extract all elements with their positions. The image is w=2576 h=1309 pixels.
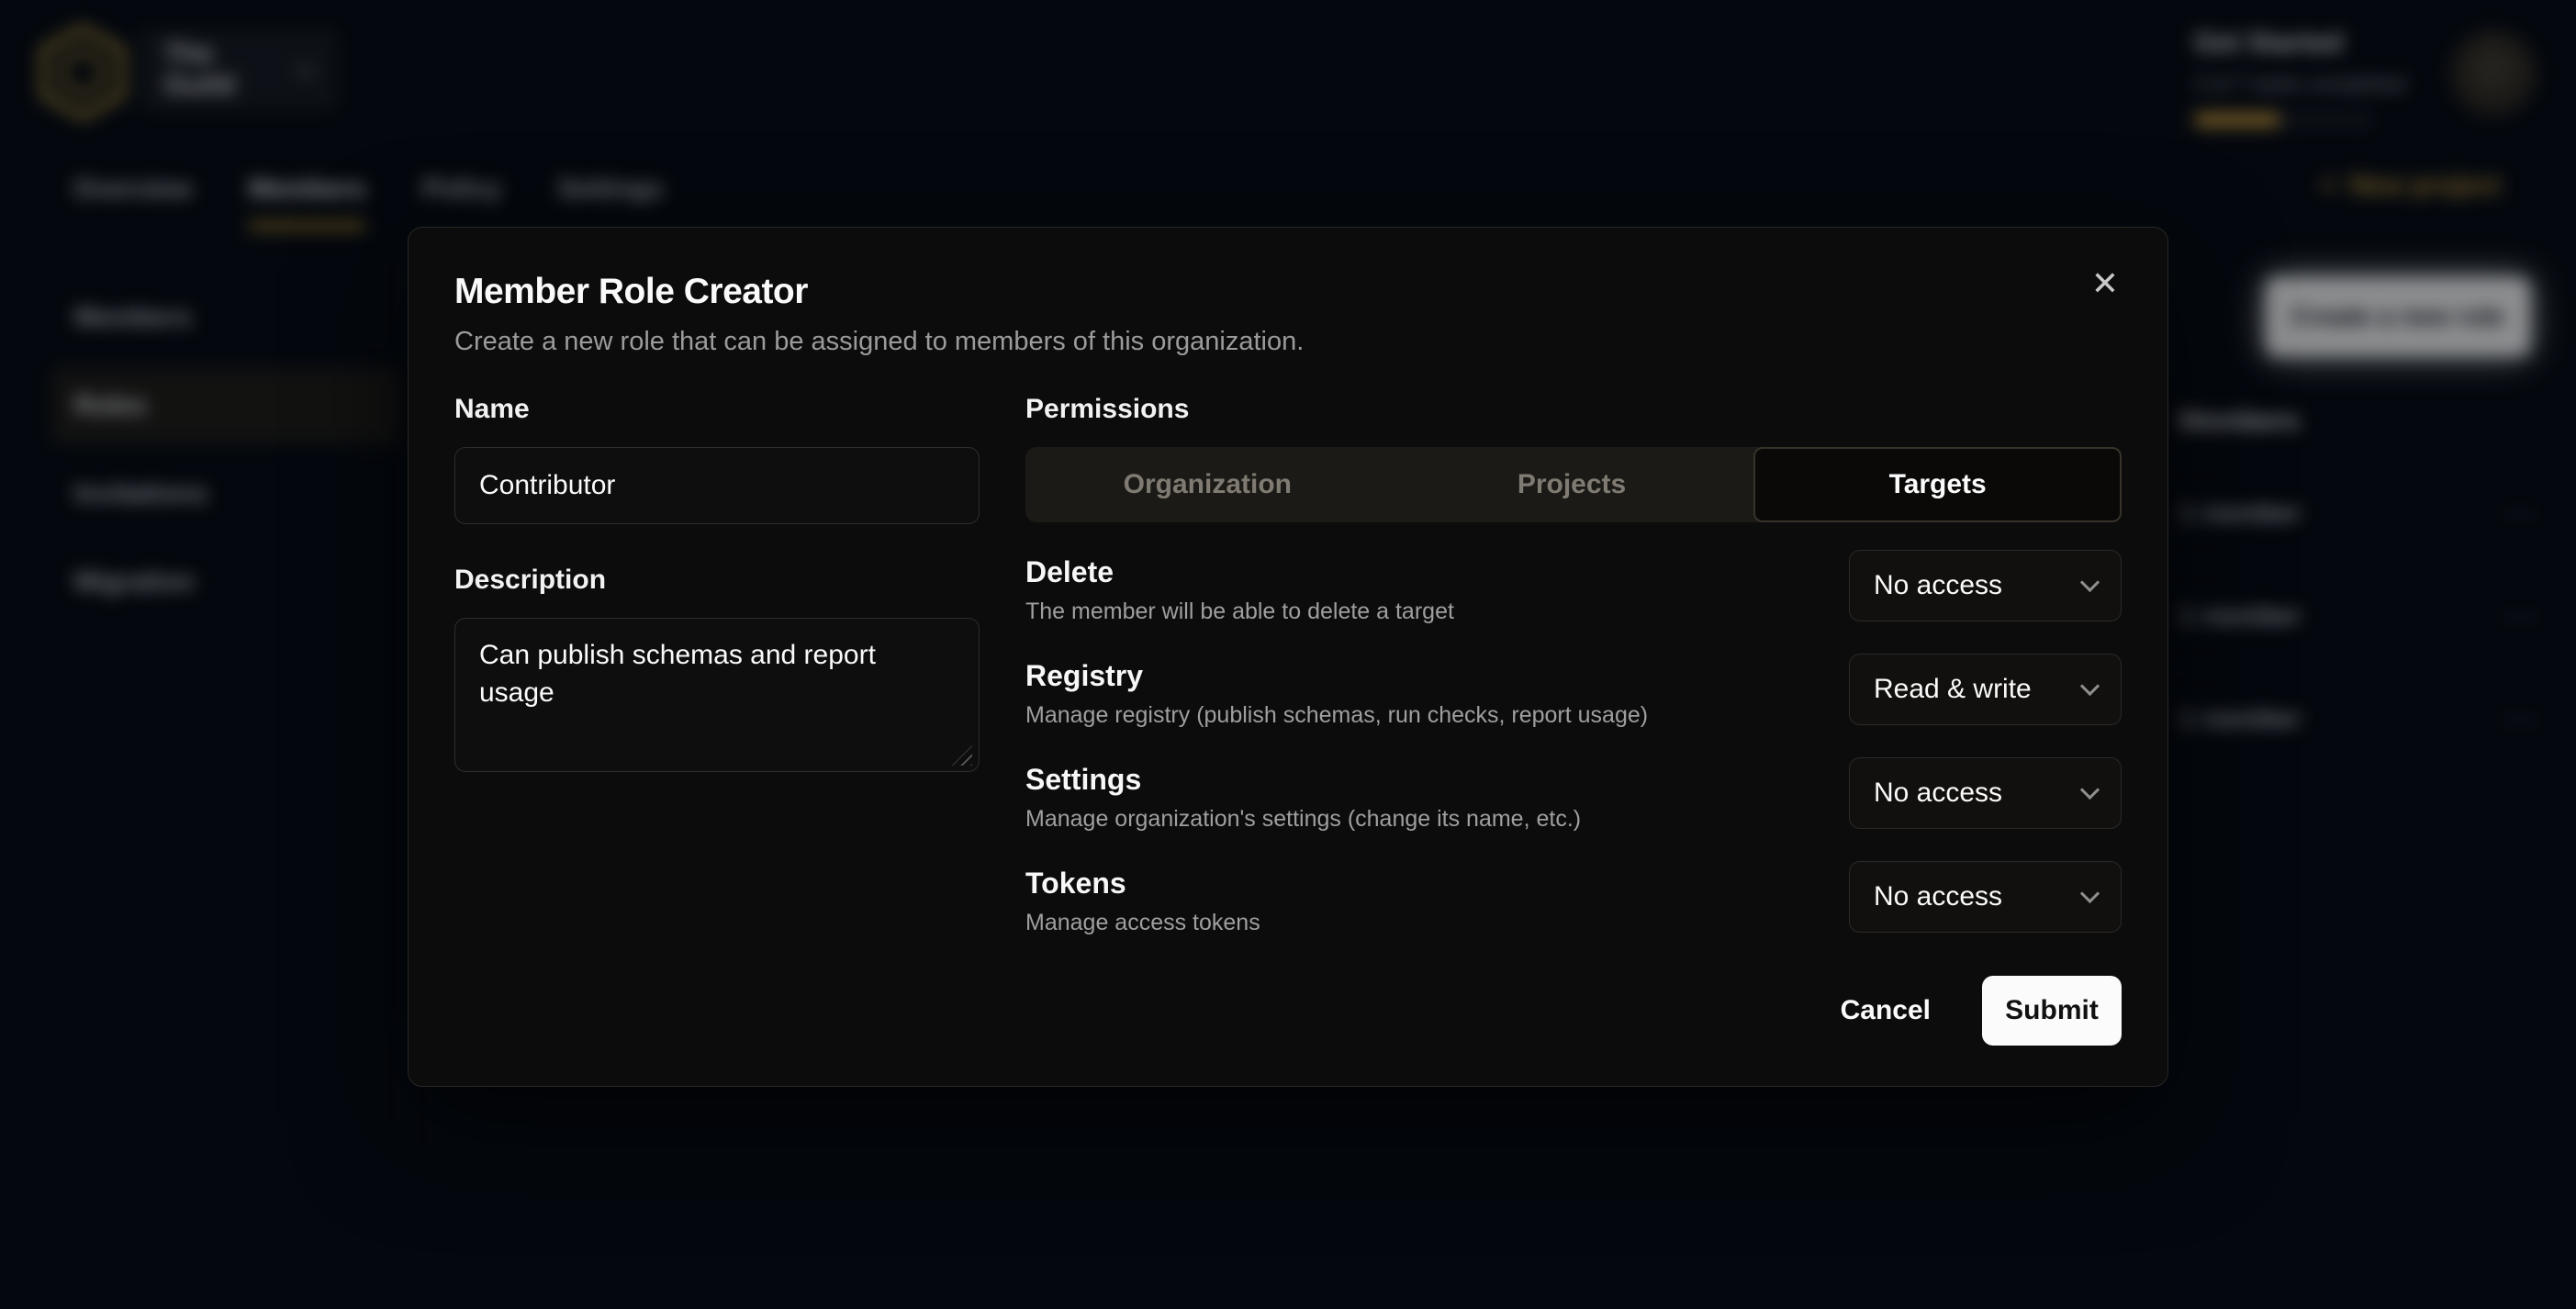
permission-description: The member will be able to delete a targ… — [1025, 599, 1454, 625]
chevron-down-icon — [2080, 883, 2100, 902]
description-textarea[interactable]: Can publish schemas and report usage — [454, 618, 980, 772]
permission-title: Tokens — [1025, 867, 1260, 901]
permission-description: Manage access tokens — [1025, 910, 1260, 936]
role-basics-column: Name Description Can publish schemas and… — [454, 394, 980, 976]
permissions-column: Permissions Organization Projects Target… — [1025, 394, 2122, 976]
permission-description: Manage registry (publish schemas, run ch… — [1025, 702, 1648, 729]
name-field-label: Name — [454, 394, 980, 425]
submit-button[interactable]: Submit — [1982, 976, 2122, 1046]
select-value: Read & write — [1874, 674, 2032, 705]
tab-projects[interactable]: Projects — [1390, 447, 1754, 522]
description-field-label: Description — [454, 565, 980, 596]
page: The Guild Get Started 3 of 7 tasks compl… — [0, 0, 2576, 1309]
permission-row-tokens: Tokens Manage access tokens No access — [1025, 867, 2122, 936]
tab-targets[interactable]: Targets — [1753, 447, 2122, 522]
modal-subtitle: Create a new role that can be assigned t… — [454, 327, 2122, 357]
name-input[interactable] — [454, 447, 980, 524]
select-value: No access — [1874, 881, 2002, 912]
permission-title: Registry — [1025, 659, 1648, 693]
permissions-label: Permissions — [1025, 394, 2122, 425]
chevron-down-icon — [2080, 676, 2100, 695]
permissions-scope-tabs: Organization Projects Targets — [1025, 447, 2122, 522]
delete-access-select[interactable]: No access — [1849, 550, 2122, 621]
permission-title: Settings — [1025, 763, 1581, 797]
modal-title: Member Role Creator — [454, 272, 2122, 312]
chevron-down-icon — [2080, 572, 2100, 591]
chevron-down-icon — [2080, 779, 2100, 799]
registry-access-select[interactable]: Read & write — [1849, 654, 2122, 725]
settings-access-select[interactable]: No access — [1849, 757, 2122, 829]
permission-row-registry: Registry Manage registry (publish schema… — [1025, 659, 2122, 729]
select-value: No access — [1874, 570, 2002, 601]
select-value: No access — [1874, 778, 2002, 809]
permission-row-delete: Delete The member will be able to delete… — [1025, 555, 2122, 625]
modal-footer: Cancel Submit — [454, 976, 2122, 1046]
tab-organization[interactable]: Organization — [1025, 447, 1390, 522]
cancel-button[interactable]: Cancel — [1817, 977, 1954, 1045]
member-role-creator-modal: ✕ Member Role Creator Create a new role … — [408, 227, 2168, 1087]
permission-row-settings: Settings Manage organization's settings … — [1025, 763, 2122, 833]
close-icon[interactable]: ✕ — [2083, 263, 2127, 307]
permission-description: Manage organization's settings (change i… — [1025, 806, 1581, 833]
modal-body: Name Description Can publish schemas and… — [454, 394, 2122, 976]
permission-title: Delete — [1025, 555, 1454, 589]
tokens-access-select[interactable]: No access — [1849, 861, 2122, 933]
